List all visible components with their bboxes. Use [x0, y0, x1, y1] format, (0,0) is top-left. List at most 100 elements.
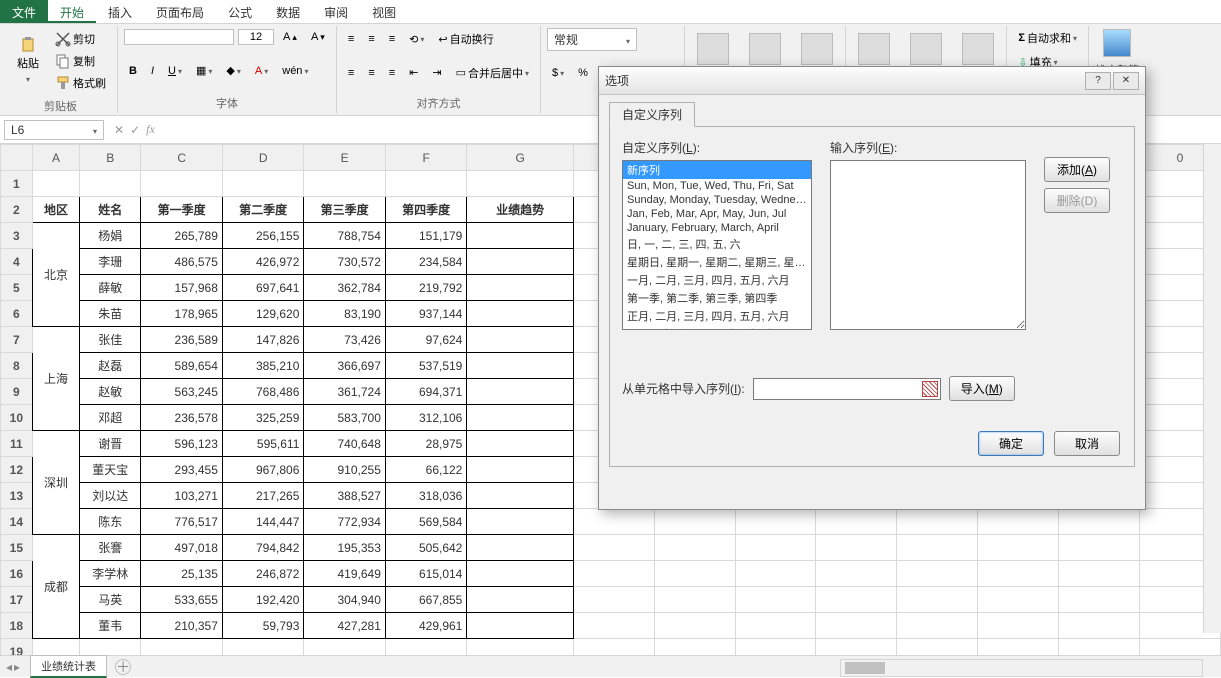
trend-cell[interactable] — [467, 249, 574, 275]
q1-cell[interactable]: 497,018 — [141, 535, 222, 561]
custom-list-item[interactable]: 一月, 二月, 三月, 四月, 五月, 六月 — [623, 271, 811, 289]
trend-cell[interactable] — [467, 275, 574, 301]
name-cell[interactable]: 邓超 — [80, 405, 141, 431]
cell[interactable] — [222, 639, 303, 656]
q1-cell[interactable]: 293,455 — [141, 457, 222, 483]
q2-cell[interactable]: 794,842 — [222, 535, 303, 561]
name-cell[interactable]: 薛敏 — [80, 275, 141, 301]
enter-formula-icon[interactable]: ✓ — [130, 123, 140, 137]
q1-cell[interactable]: 776,517 — [141, 509, 222, 535]
cell[interactable] — [80, 171, 141, 197]
row-header[interactable]: 15 — [1, 535, 33, 561]
tab-formulas[interactable]: 公式 — [216, 0, 264, 23]
q1-cell[interactable]: 486,575 — [141, 249, 222, 275]
cell[interactable] — [304, 171, 385, 197]
add-list-button[interactable]: 添加(A) — [1044, 157, 1110, 182]
row-header[interactable]: 17 — [1, 587, 33, 613]
trend-cell[interactable] — [467, 327, 574, 353]
q3-cell[interactable]: 366,697 — [304, 353, 385, 379]
q4-cell[interactable]: 667,855 — [385, 587, 466, 613]
q2-cell[interactable]: 385,210 — [222, 353, 303, 379]
q1-cell[interactable]: 157,968 — [141, 275, 222, 301]
cell-L[interactable] — [897, 613, 978, 639]
cell[interactable] — [467, 171, 574, 197]
cell[interactable] — [897, 639, 978, 656]
fill-color-button[interactable]: ◆ — [221, 61, 245, 80]
region-cell[interactable]: 上海 — [32, 327, 79, 431]
cancel-button[interactable]: 取消 — [1054, 431, 1120, 456]
row-header[interactable]: 9 — [1, 379, 33, 405]
format-cells-button[interactable] — [957, 30, 999, 68]
autosum-button[interactable]: 自动求和 — [1013, 27, 1082, 49]
dialog-titlebar[interactable]: 选项 ? ✕ — [599, 67, 1145, 95]
q1-cell[interactable]: 103,271 — [141, 483, 222, 509]
delete-cells-button[interactable] — [905, 30, 947, 68]
tab-file[interactable]: 文件 — [0, 0, 48, 23]
header-q1[interactable]: 第一季度 — [141, 197, 222, 223]
cell[interactable] — [573, 509, 654, 535]
trend-cell[interactable] — [467, 535, 574, 561]
q2-cell[interactable]: 217,265 — [222, 483, 303, 509]
row-header[interactable]: 19 — [1, 639, 33, 656]
percent-button[interactable]: % — [573, 64, 593, 82]
paste-button[interactable]: 粘贴 — [10, 32, 46, 90]
row-header[interactable]: 2 — [1, 197, 33, 223]
trend-cell[interactable] — [467, 353, 574, 379]
name-cell[interactable]: 杨娟 — [80, 223, 141, 249]
trend-cell[interactable] — [467, 405, 574, 431]
vertical-scrollbar[interactable] — [1203, 144, 1221, 633]
sheet-nav-first-icon[interactable]: ◂ — [6, 660, 12, 674]
custom-list-item[interactable]: Jan, Feb, Mar, Apr, May, Jun, Jul — [623, 207, 811, 221]
cell[interactable] — [735, 639, 816, 656]
q1-cell[interactable]: 178,965 — [141, 301, 222, 327]
q2-cell[interactable]: 595,611 — [222, 431, 303, 457]
q2-cell[interactable]: 256,155 — [222, 223, 303, 249]
cell[interactable] — [573, 613, 654, 639]
indent-increase-button[interactable]: ⇥ — [427, 63, 446, 82]
q1-cell[interactable]: 563,245 — [141, 379, 222, 405]
border-button[interactable]: ▦ — [191, 61, 217, 80]
add-sheet-button[interactable]: ＋ — [115, 659, 131, 675]
cell-L[interactable] — [897, 561, 978, 587]
indent-decrease-button[interactable]: ⇤ — [404, 63, 423, 82]
underline-button[interactable]: U — [163, 62, 187, 80]
q3-cell[interactable]: 304,940 — [304, 587, 385, 613]
sort-filter-button[interactable] — [1098, 26, 1136, 60]
q4-cell[interactable]: 151,179 — [385, 223, 466, 249]
name-cell[interactable]: 张謇 — [80, 535, 141, 561]
q3-cell[interactable]: 730,572 — [304, 249, 385, 275]
custom-list-item[interactable]: 子, 丑, 寅, 卯, 辰, 巳, 午, 未, 申, 酉 — [623, 325, 811, 330]
row-header[interactable]: 4 — [1, 249, 33, 275]
custom-list-item[interactable]: 第一季, 第二季, 第三季, 第四季 — [623, 289, 811, 307]
list-entries-textarea[interactable] — [830, 160, 1026, 330]
q4-cell[interactable]: 429,961 — [385, 613, 466, 639]
col-E[interactable]: E — [304, 145, 385, 171]
cell[interactable] — [573, 535, 654, 561]
row-header[interactable]: 5 — [1, 275, 33, 301]
name-cell[interactable]: 李学林 — [80, 561, 141, 587]
region-cell[interactable]: 北京 — [32, 223, 79, 327]
trend-cell[interactable] — [467, 613, 574, 639]
q4-cell[interactable]: 318,036 — [385, 483, 466, 509]
cell[interactable] — [573, 561, 654, 587]
tab-insert[interactable]: 插入 — [96, 0, 144, 23]
name-cell[interactable]: 董天宝 — [80, 457, 141, 483]
q4-cell[interactable]: 694,371 — [385, 379, 466, 405]
tab-review[interactable]: 审阅 — [312, 0, 360, 23]
fx-icon[interactable]: fx — [146, 122, 155, 137]
q1-cell[interactable]: 236,589 — [141, 327, 222, 353]
trend-cell[interactable] — [467, 457, 574, 483]
custom-list-item[interactable]: Sunday, Monday, Tuesday, Wednesday — [623, 193, 811, 207]
trend-cell[interactable] — [467, 483, 574, 509]
col-B[interactable]: B — [80, 145, 141, 171]
align-center-button[interactable]: ≡ — [363, 64, 379, 82]
name-cell[interactable]: 朱苗 — [80, 301, 141, 327]
cell[interactable] — [80, 639, 141, 656]
q4-cell[interactable]: 505,642 — [385, 535, 466, 561]
align-left-button[interactable]: ≡ — [343, 64, 359, 82]
q1-cell[interactable]: 596,123 — [141, 431, 222, 457]
q2-cell[interactable]: 192,420 — [222, 587, 303, 613]
q3-cell[interactable]: 583,700 — [304, 405, 385, 431]
row-header[interactable]: 13 — [1, 483, 33, 509]
cell[interactable] — [385, 639, 466, 656]
